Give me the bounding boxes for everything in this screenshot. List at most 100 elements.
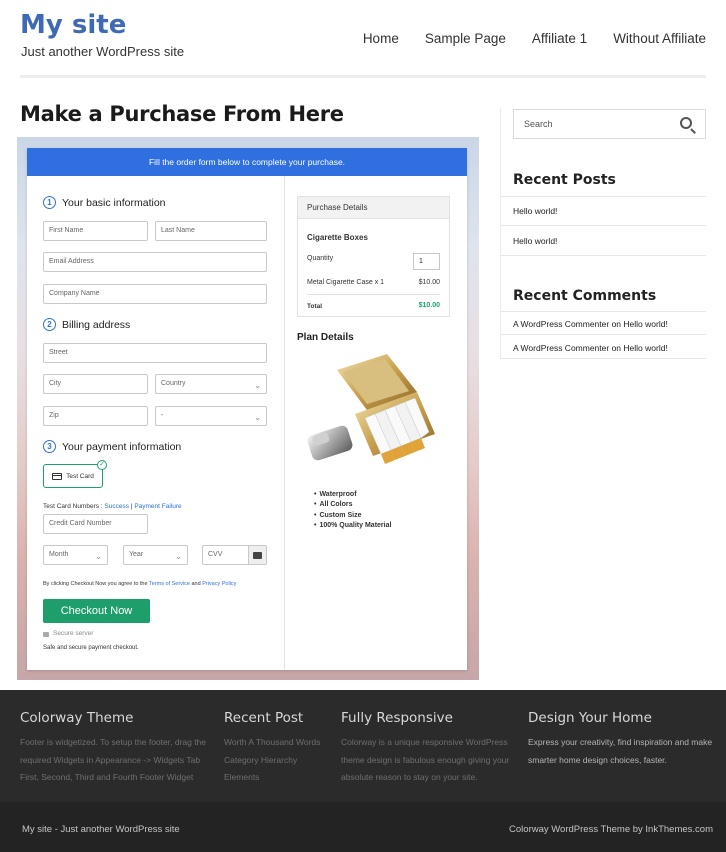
footer-col-colorway: Colorway Theme Footer is widgetized. To … [20,710,206,787]
line-item: Metal Cigarette Case x 1 [307,279,385,286]
list-item: Waterproof [314,490,391,500]
check-icon: ✓ [97,460,107,470]
list-item: All Colors [314,500,391,510]
lock-icon [43,632,49,637]
section-title: Your basic information [62,196,166,209]
purchase-details: Purchase Details Cigarette Boxes Quantit… [297,196,450,317]
country-select-value: Country [161,380,186,387]
quantity-input[interactable]: 1 [413,253,440,270]
footer-theme-credit[interactable]: Colorway WordPress Theme by InkThemes.co… [509,824,713,835]
terms-link[interactable]: Terms of Service [149,581,190,587]
checkout-now-button[interactable]: Checkout Now [43,599,150,623]
nav-home[interactable]: Home [363,31,399,46]
year-select-value: Year [129,551,144,558]
test-card-numbers: Test Card Numbers : Success | Payment Fa… [43,503,182,510]
quantity-label: Quantity [307,255,334,262]
divider [500,358,706,359]
step-number: 2 [43,318,56,331]
section-basic-info: 1 Your basic information [43,196,166,209]
email-input[interactable]: Email Address [43,252,267,272]
test-card-option[interactable]: Test Card ✓ [43,460,107,488]
section-title: Your payment information [62,440,182,453]
recent-posts-title: Recent Posts [513,172,616,188]
divider [500,196,706,197]
step-number: 3 [43,440,56,453]
recent-post-link[interactable]: Hello world! [513,236,557,246]
company-input[interactable]: Company Name [43,284,267,304]
order-form: Fill the order form below to complete yo… [27,148,467,670]
credit-card-icon [52,472,63,480]
footer-col-title: Fully Responsive [341,710,453,726]
footer: Colorway Theme Footer is widgetized. To … [0,690,726,802]
year-select[interactable]: Year ⌄ [123,545,188,565]
test-failure-link[interactable]: Payment Failure [134,503,181,510]
primary-nav: Home Sample Page Affiliate 1 Without Aff… [337,31,706,46]
zip-input[interactable]: Zip [43,406,148,426]
form-banner: Fill the order form below to complete yo… [27,148,467,176]
cigarette-case-image [307,354,435,464]
comment-post-link[interactable]: Hello world! [623,343,667,353]
privacy-link[interactable]: Privacy Policy [202,581,236,587]
divider [500,334,706,335]
site-title[interactable]: My site [20,10,126,40]
footer-line: smarter home design choices, faster. [528,754,667,765]
divider [500,255,706,256]
search-icon[interactable] [680,117,692,129]
total-label: Total [307,303,323,310]
first-name-input[interactable]: First Name [43,221,148,241]
section-title: Billing address [62,318,131,331]
footer-post-link[interactable]: Category Hierarchy [224,752,320,770]
nav-affiliate-1[interactable]: Affiliate 1 [532,31,587,46]
step-number: 1 [43,196,56,209]
secure-server: Secure server [43,630,93,637]
line-price: $10.00 [418,279,440,286]
list-item: Custom Size [314,511,391,521]
comment-post-link[interactable]: Hello world! [623,319,667,329]
state-select-value: - [161,412,164,419]
nav-sample-page[interactable]: Sample Page [425,31,506,46]
page-title: Make a Purchase From Here [20,102,344,126]
footer-line: Express your creativity, find inspiratio… [528,737,713,747]
list-item: 100% Quality Material [314,521,391,531]
comment-author-link[interactable]: A WordPress Commenter [513,319,609,329]
footer-col-title: Recent Post [224,710,304,726]
search-input[interactable]: Search [513,109,706,139]
month-select[interactable]: Month ⌄ [43,545,108,565]
comment-on: on [609,319,624,329]
secure-server-label: Secure server [53,630,94,637]
test-success-link[interactable]: Success [104,503,129,510]
state-select[interactable]: - ⌄ [155,406,267,426]
country-select[interactable]: Country ⌄ [155,374,267,394]
street-input[interactable]: Street [43,343,267,363]
footer-post-link[interactable]: Elements [224,769,320,787]
site-description: Just another WordPress site [21,44,185,59]
credit-card-icon [248,546,266,564]
test-numbers-prefix: Test Card Numbers : [43,503,105,510]
footer-col-title: Colorway Theme [20,710,134,726]
header-divider [20,75,706,78]
product-name: Cigarette Boxes [307,233,368,242]
footer-post-link[interactable]: Worth A Thousand Words [224,734,320,752]
footer-site-credit[interactable]: My site - Just another WordPress site [22,824,180,835]
plan-features: Waterproof All Colors Custom Size 100% Q… [314,490,391,531]
city-input[interactable]: City [43,374,148,394]
chevron-down-icon: ⌄ [175,552,182,561]
footer-line: required Widgets in Appearance -> Widget… [20,754,201,765]
cvv-placeholder: CVV [208,551,223,558]
footer-line: Colorway is a unique responsive WordPres… [341,737,508,747]
chevron-down-icon: ⌄ [95,552,102,561]
recent-post-link[interactable]: Hello world! [513,206,557,216]
chevron-down-icon: ⌄ [254,413,261,422]
chevron-down-icon: ⌄ [254,381,261,390]
cvv-input[interactable]: CVV [202,545,267,565]
card-number-input[interactable]: Credit Card Number [43,514,148,534]
footer-col-title: Design Your Home [528,710,652,726]
recent-comments-title: Recent Comments [513,288,657,304]
comment-on: on [609,343,624,353]
terms-prefix: By clicking Checkout Now you agree to th… [43,581,149,587]
last-name-input[interactable]: Last Name [155,221,267,241]
nav-without-affiliate[interactable]: Without Affiliate [613,31,706,46]
comment-author-link[interactable]: A WordPress Commenter [513,343,609,353]
footer-line: theme design is fabulous enough giving y… [341,754,510,765]
secure-note: Safe and secure payment checkout. [43,645,139,651]
